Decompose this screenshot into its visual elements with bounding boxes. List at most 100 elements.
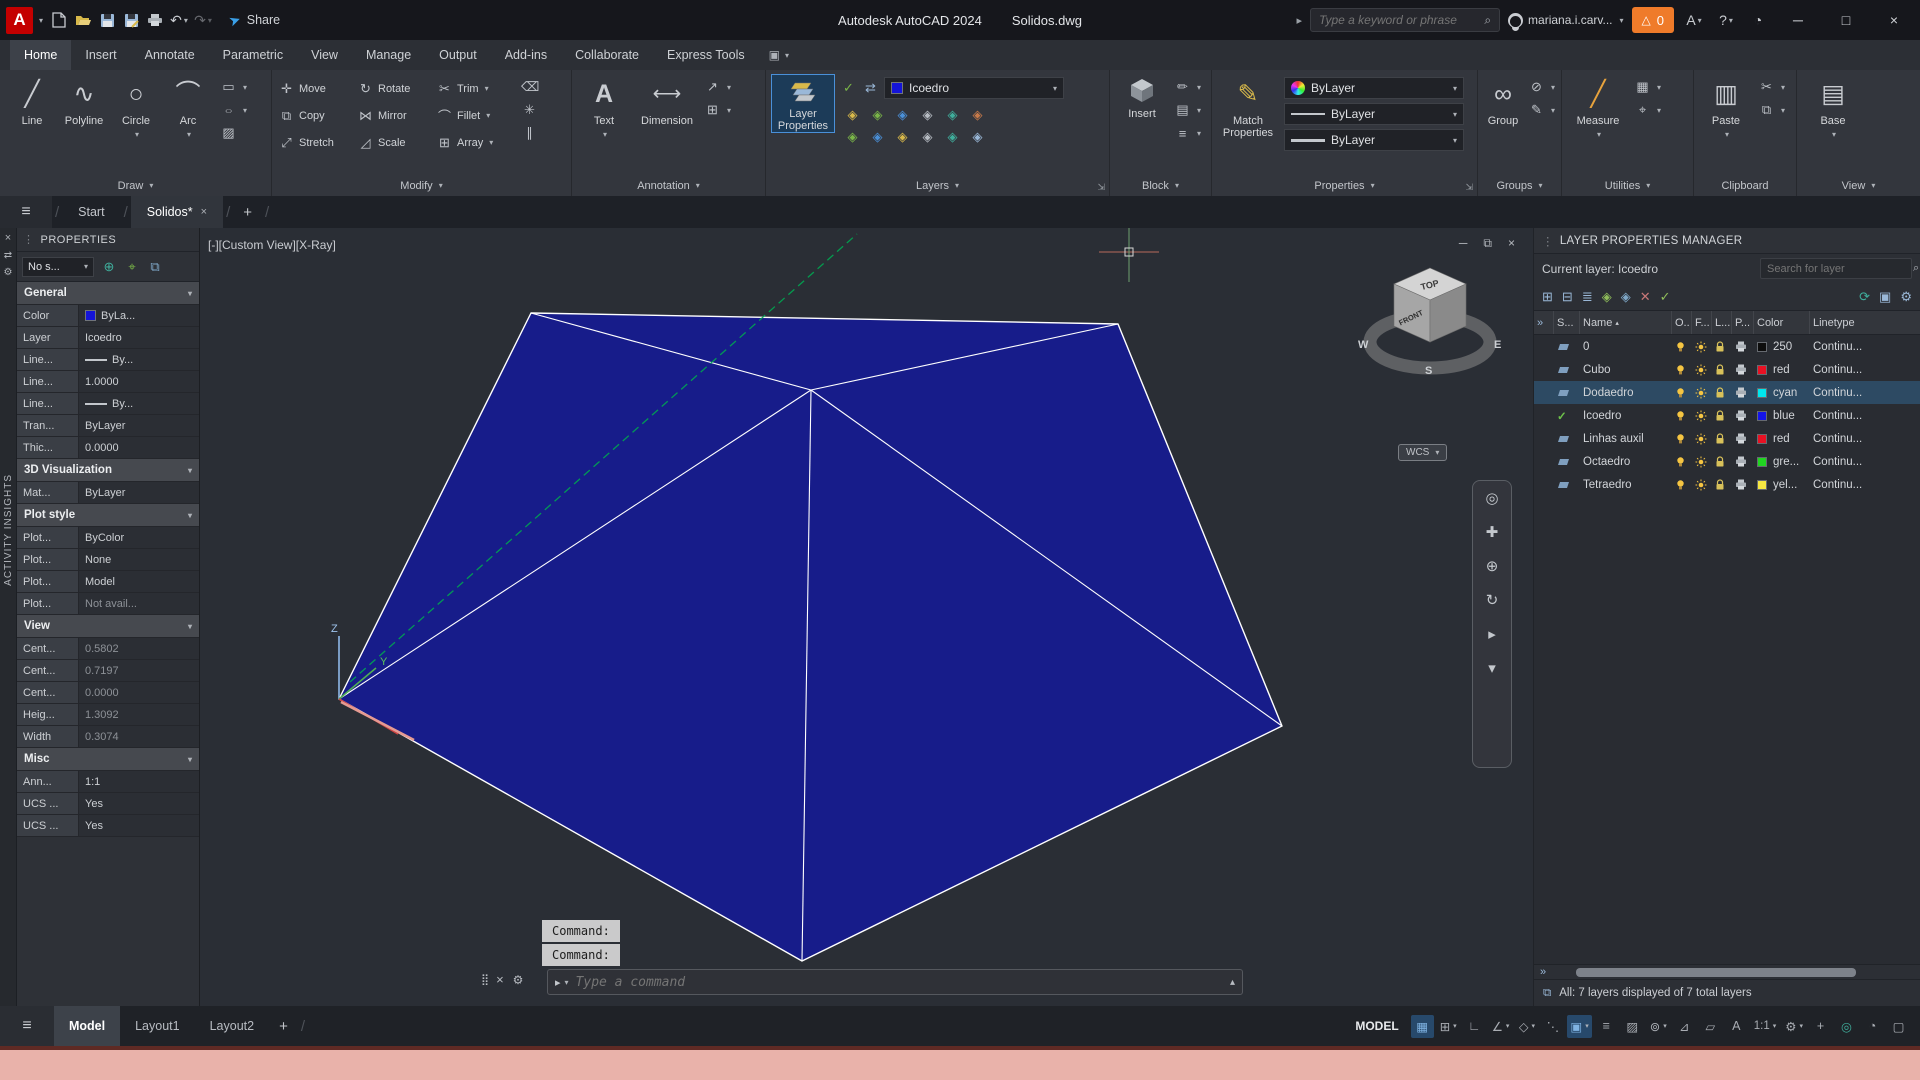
redo-icon[interactable]: ↷▾	[191, 7, 215, 33]
layer-color-cell[interactable]: gre...	[1754, 456, 1810, 468]
collapse-section-icon[interactable]: ▾	[188, 466, 192, 475]
polar-tracking-toggle[interactable]: ∠▾	[1489, 1015, 1513, 1038]
command-input[interactable]	[576, 975, 1223, 990]
modify-panel-label[interactable]: Modify▾	[272, 175, 571, 196]
statusbar-menu-icon[interactable]: ≡	[0, 1006, 54, 1046]
selection-cycling-toggle[interactable]: ⊚▾	[1647, 1015, 1670, 1038]
match-layer-tool[interactable]: ⇄	[862, 80, 879, 96]
isolate-button[interactable]: ▣	[1879, 289, 1891, 305]
layer-name[interactable]: Linhas auxil	[1580, 433, 1672, 445]
layer-thaw-all-tool[interactable]: ◈	[973, 107, 983, 123]
rectangle-tool[interactable]: ▭▾	[220, 79, 247, 95]
layout-tab-layout2[interactable]: Layout2	[195, 1006, 269, 1046]
section-header-misc[interactable]: Misc▾	[17, 748, 199, 771]
maximize-button[interactable]: □	[1826, 0, 1866, 40]
new-property-filter-button[interactable]: ⊞	[1542, 289, 1553, 305]
table-tool[interactable]: ⊞▾	[704, 102, 731, 118]
property-value[interactable]: Yes	[79, 793, 199, 815]
section-header-general[interactable]: General▾	[17, 282, 199, 305]
layer-on-all-tool[interactable]: ◈	[948, 107, 958, 123]
ribbon-display-toggle[interactable]: ▣▾	[759, 40, 799, 70]
ellipse-tool[interactable]: ○▾	[220, 102, 247, 118]
assistant-icon[interactable]: ◔	[1746, 7, 1770, 33]
layer-row-octaedro[interactable]: Octaedrogre...Continu...	[1534, 450, 1920, 473]
modify-tool-rotate[interactable]: ↻Rotate	[357, 81, 436, 97]
help-search-input[interactable]	[1319, 13, 1478, 27]
layer-off-tool[interactable]: ◈	[848, 107, 858, 123]
ribbon-tab-collaborate[interactable]: Collaborate	[561, 40, 653, 70]
layer-search-icon[interactable]: ⌕	[1913, 262, 1919, 275]
layer-color-cell[interactable]: red	[1754, 364, 1810, 376]
layer-name[interactable]: Tetraedro	[1580, 479, 1672, 491]
drag-handle-icon[interactable]: ⋮	[23, 233, 35, 246]
layer-plot-icon[interactable]	[1732, 364, 1754, 375]
layer-freeze-icon[interactable]	[1692, 410, 1712, 422]
showmotion-button[interactable]: ▸	[1488, 625, 1496, 643]
ribbon-tab-annotate[interactable]: Annotate	[131, 40, 209, 70]
layer-plot-icon[interactable]	[1732, 341, 1754, 352]
file-tabs-menu-icon[interactable]: ≡	[0, 196, 52, 228]
layer-plot-icon[interactable]	[1732, 479, 1754, 490]
layout-tab-model[interactable]: Model	[54, 1006, 120, 1046]
layer-freeze-icon[interactable]	[1692, 456, 1712, 468]
layout-tab-layout1[interactable]: Layout1	[120, 1006, 194, 1046]
col-status[interactable]: S...	[1554, 311, 1580, 334]
drawing-restore-icon[interactable]: ⧉	[1483, 236, 1492, 251]
layer-on-icon[interactable]	[1672, 364, 1692, 376]
palette-settings-icon[interactable]: ⚙	[4, 267, 13, 278]
layer-linetype-cell[interactable]: Continu...	[1810, 456, 1920, 468]
col-plot[interactable]: P...	[1732, 311, 1754, 334]
block-panel-label[interactable]: Block▾	[1110, 175, 1211, 196]
expand-arrow-icon[interactable]: ▸	[1297, 14, 1303, 27]
layer-walk-tool[interactable]: ◈	[898, 129, 908, 145]
new-file-icon[interactable]	[47, 7, 71, 33]
copy-clip-tool[interactable]: ⧉▾	[1758, 102, 1785, 118]
layer-search-input[interactable]	[1767, 263, 1909, 275]
draw-panel-label[interactable]: Draw▾	[0, 175, 271, 196]
property-value[interactable]: Not avail...	[79, 593, 199, 615]
annotation-visibility-toggle[interactable]: A	[1725, 1015, 1748, 1038]
layer-delete-tool[interactable]: ◈	[973, 129, 983, 145]
layer-on-icon[interactable]	[1672, 341, 1692, 353]
layer-linetype-cell[interactable]: Continu...	[1810, 387, 1920, 399]
layers-panel-label[interactable]: Layers▾ ⇲	[766, 175, 1109, 196]
property-value[interactable]: Yes	[79, 815, 199, 837]
layer-color-cell[interactable]: blue	[1754, 410, 1810, 422]
col-color[interactable]: Color	[1754, 311, 1810, 334]
layer-freeze-icon[interactable]	[1692, 433, 1712, 445]
grid-toggle[interactable]: ▦	[1411, 1015, 1434, 1038]
layer-row-tetraedro[interactable]: Tetraedroyel...Continu...	[1534, 473, 1920, 496]
property-value[interactable]: 0.7197	[79, 660, 199, 682]
quick-select-button[interactable]: ⧉	[145, 257, 165, 277]
pan-button[interactable]: ✚	[1486, 523, 1499, 541]
activity-insights-tab[interactable]: ACTIVITY INSIGHTS	[3, 474, 14, 586]
collapse-section-icon[interactable]: ▾	[188, 755, 192, 764]
command-close-icon[interactable]: ×	[496, 972, 504, 987]
layer-linetype-cell[interactable]: Continu...	[1810, 364, 1920, 376]
search-icon[interactable]: ⌕	[1484, 13, 1491, 28]
property-value[interactable]: By...	[79, 349, 199, 371]
help-search[interactable]: ⌕	[1310, 8, 1500, 32]
new-layout-button[interactable]: +	[269, 1018, 298, 1035]
group-button[interactable]: ∞ Group	[1484, 75, 1522, 127]
ribbon-tab-add-ins[interactable]: Add-ins	[491, 40, 561, 70]
layer-lock-icon[interactable]	[1712, 341, 1732, 353]
alert-badge[interactable]: △ 0	[1632, 7, 1674, 33]
drawing-close-icon[interactable]: ×	[1508, 236, 1515, 251]
layer-linetype-cell[interactable]: Continu...	[1810, 479, 1920, 491]
collapse-section-icon[interactable]: ▾	[188, 289, 192, 298]
layer-manager-drag-handle-icon[interactable]: ⋮	[1542, 234, 1554, 248]
bottom-filter-expand-icon[interactable]: »	[1540, 966, 1546, 978]
layer-lock-tool[interactable]: ◈	[923, 107, 933, 123]
layer-lock-icon[interactable]	[1712, 387, 1732, 399]
command-recent-icon[interactable]: ▴	[1230, 977, 1235, 988]
groups-panel-label[interactable]: Groups▾	[1478, 175, 1561, 196]
property-value[interactable]: 1.0000	[79, 371, 199, 393]
settings-button[interactable]: ⚙	[1900, 289, 1912, 305]
annotation-monitor-toggle[interactable]: +	[1809, 1015, 1832, 1038]
layer-on-icon[interactable]	[1672, 479, 1692, 491]
layer-plot-icon[interactable]	[1732, 410, 1754, 421]
clipboard-panel-label[interactable]: Clipboard	[1694, 175, 1796, 196]
modify-tool-array[interactable]: ⊞Array▾	[436, 135, 515, 151]
workspace-switching-toggle[interactable]: ⚙▾	[1782, 1015, 1806, 1038]
